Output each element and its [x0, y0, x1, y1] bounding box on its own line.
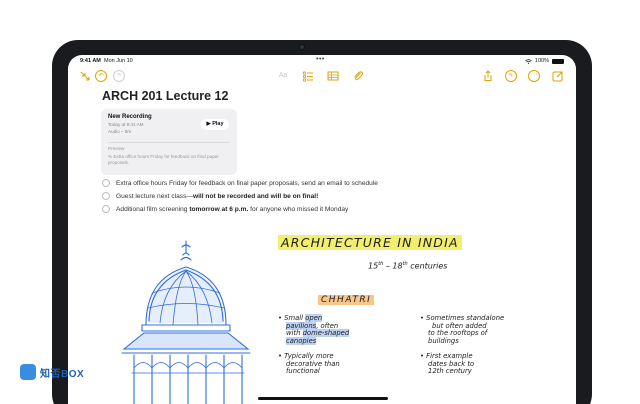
audio-recording-card[interactable]: New Recording Today at 9:41 AM Audio – 5…	[101, 109, 237, 175]
recording-timestamp: Today at 9:41 AM	[108, 122, 144, 127]
collapse-icon[interactable]	[79, 70, 91, 82]
checkbox[interactable]	[102, 179, 110, 187]
checklist-item-text: Additional film screening tomorrow at 6 …	[116, 205, 349, 213]
status-bar: 9:41 AM Mon Jun 10 ••• 100%	[68, 55, 576, 67]
text-format-icon[interactable]: Aa	[277, 70, 289, 82]
bullet-line: canopies	[286, 336, 317, 345]
recording-duration: Audio – 5m	[108, 129, 132, 134]
checklist-item-text: Extra office hours Friday for feedback o…	[116, 179, 378, 187]
recording-divider	[108, 142, 230, 143]
play-button[interactable]: ▶ Play	[201, 119, 229, 130]
attachment-icon[interactable]	[352, 70, 364, 82]
compose-icon[interactable]	[552, 70, 564, 82]
status-right-group: 100%	[525, 58, 564, 64]
checkbox[interactable]	[102, 205, 110, 213]
checklist-item[interactable]: Additional film screening tomorrow at 6 …	[102, 205, 348, 213]
handwritten-heading[interactable]: ARCHITECTURE IN INDIA	[278, 235, 462, 250]
status-time: 9:41 AM	[80, 58, 101, 64]
handwritten-bullets-left[interactable]: • Small open pavilions, often with dome-…	[278, 314, 350, 376]
multitasking-dots-icon[interactable]: •••	[316, 56, 325, 63]
checkbox[interactable]	[102, 192, 110, 200]
wifi-icon	[525, 58, 532, 64]
battery-icon	[552, 58, 564, 64]
watermark-text: 知否BOX	[40, 368, 85, 380]
checklist-item[interactable]: Guest lecture next class—will not be rec…	[102, 192, 318, 200]
bullet-line: functional	[286, 367, 320, 375]
dome-sketch-drawing[interactable]	[108, 233, 298, 404]
more-icon[interactable]: ···	[528, 70, 540, 82]
checklist-item[interactable]: Extra office hours Friday for feedback o…	[102, 179, 378, 187]
front-camera	[299, 44, 305, 50]
play-icon: ▶	[206, 121, 211, 127]
undo-icon[interactable]: ↶	[95, 70, 107, 82]
home-indicator	[258, 397, 388, 400]
bullet-line: buildings	[428, 336, 459, 345]
watermark: 知否BOX	[20, 364, 84, 380]
note-title[interactable]: ARCH 201 Lecture 12	[102, 89, 228, 103]
preview-transcript: % Extra office hours Friday for feedback…	[108, 154, 219, 165]
handwritten-section-title[interactable]: CHHATRI	[318, 295, 375, 305]
redo-icon[interactable]: ↷	[113, 70, 125, 82]
share-icon[interactable]	[482, 70, 494, 82]
notes-toolbar: ↶ ↷ Aa ✎ ···	[68, 69, 576, 85]
watermark-logo-icon	[20, 364, 36, 380]
battery-percent: 100%	[534, 58, 549, 64]
bullet-line: 12th century	[428, 367, 472, 375]
checklist-item-text: Guest lecture next class—will not be rec…	[116, 192, 319, 200]
play-label: Play	[212, 121, 224, 127]
preview-label: Preview	[108, 146, 125, 151]
status-date: Mon Jun 10	[104, 58, 133, 64]
handwritten-subheading[interactable]: 15th – 18th centuries	[368, 261, 447, 271]
table-icon[interactable]	[327, 70, 339, 82]
recording-title: New Recording	[108, 114, 152, 120]
handwritten-bullets-right[interactable]: • Sometimes standalone but often added t…	[420, 314, 504, 376]
checklist-icon[interactable]	[302, 70, 314, 82]
markup-icon[interactable]: ✎	[505, 70, 517, 82]
notes-app-screen: 9:41 AM Mon Jun 10 ••• 100% ↶ ↷ Aa ✎ ···…	[68, 55, 576, 404]
